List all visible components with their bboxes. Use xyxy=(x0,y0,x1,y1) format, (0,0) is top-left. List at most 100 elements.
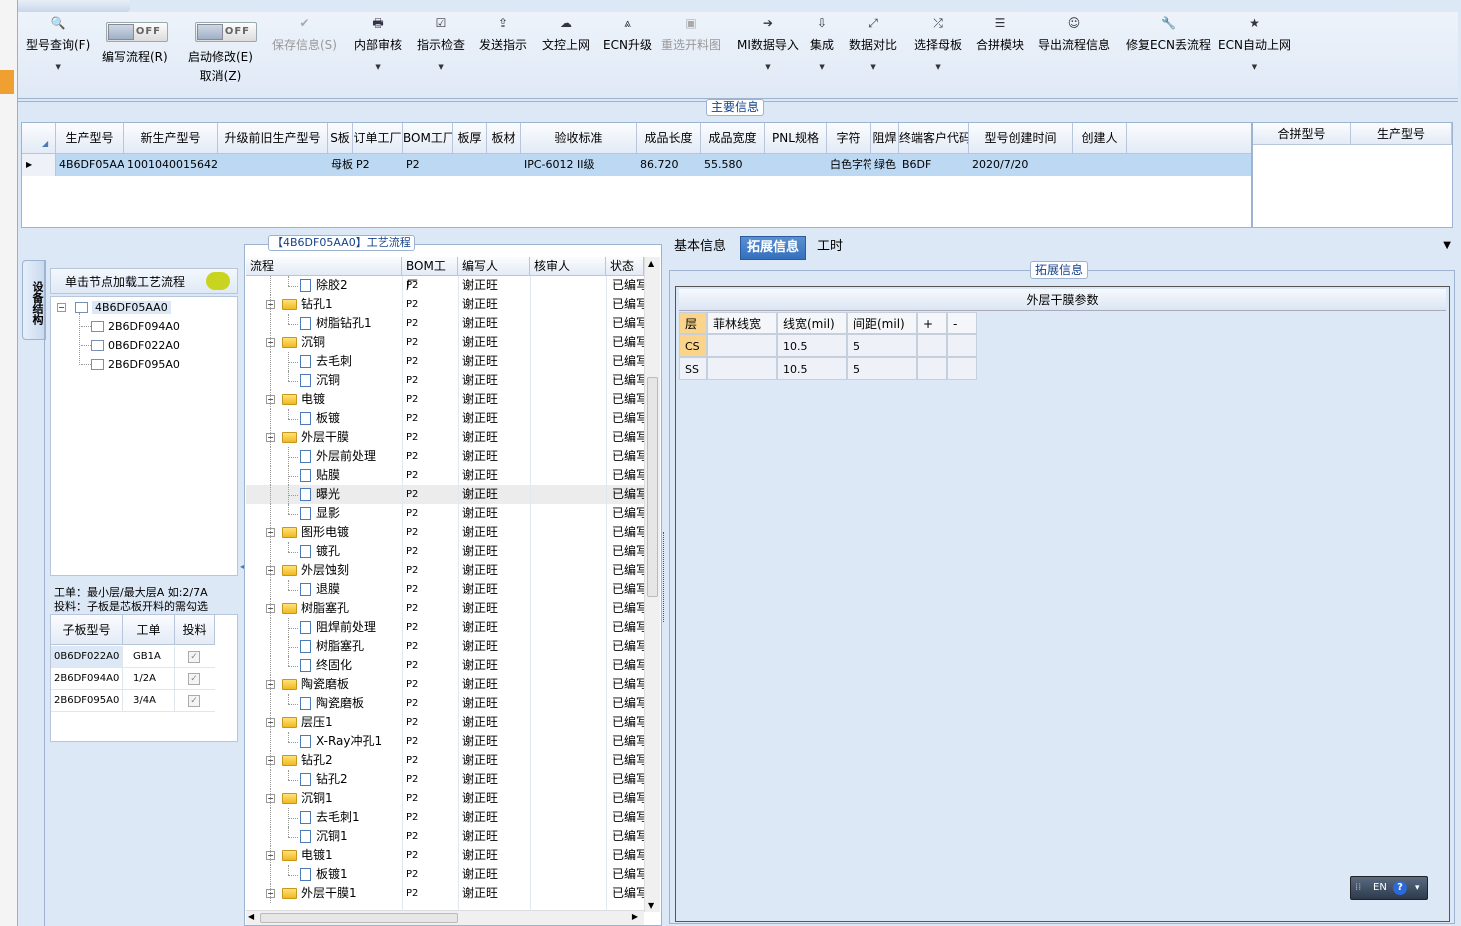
toolbar-item-14[interactable]: ☰ 合拼模块 xyxy=(976,14,1024,53)
toolbar-item-5[interactable]: ☑ 指示检查 ▼ xyxy=(417,14,465,71)
main-col-header[interactable]: 型号创建时间 xyxy=(969,123,1073,154)
flow-row[interactable]: − 陶瓷磨板 P2 谢正旺 已编写 xyxy=(246,675,644,694)
flow-node[interactable]: 外层干膜 xyxy=(282,428,349,447)
sub-board-model[interactable]: 2B6DF095A0 xyxy=(51,690,123,712)
flow-row[interactable]: 终固化 P2 谢正旺 已编写 xyxy=(246,656,644,675)
merge-col-header[interactable]: 合拼型号 xyxy=(1253,123,1351,145)
feed-checkbox-icon[interactable]: ✓ xyxy=(188,673,200,685)
sub-board-model[interactable]: 0B6DF022A0 xyxy=(51,646,123,668)
flow-node[interactable]: 沉铜1 xyxy=(282,789,333,808)
main-cell[interactable]: IPC-6012 II级 xyxy=(521,154,637,176)
flow-col-header[interactable]: 流程 xyxy=(246,257,402,276)
feed-checkbox-icon[interactable]: ✓ xyxy=(188,651,200,663)
dropdown-arrow-icon[interactable]: ▼ xyxy=(26,63,90,71)
toolbar-item-6[interactable]: ⇪ 发送指示 xyxy=(479,14,527,53)
flow-row[interactable]: 去毛刺 P2 谢正旺 已编写 xyxy=(246,352,644,371)
dropdown-arrow-icon[interactable]: ▼ xyxy=(1218,63,1291,71)
dropdown-arrow-icon[interactable]: ▼ xyxy=(914,63,962,71)
ext-cell[interactable] xyxy=(917,334,947,357)
flow-node[interactable]: 电镀1 xyxy=(282,846,333,865)
flow-row[interactable]: 钻孔2 P2 谢正旺 已编写 xyxy=(246,770,644,789)
flow-node[interactable]: 镀孔 xyxy=(300,542,340,561)
collapse-icon[interactable]: − xyxy=(57,303,66,312)
main-col-header[interactable]: S板 xyxy=(328,123,353,154)
flow-node[interactable]: 电镀 xyxy=(282,390,325,409)
sub-col-header[interactable]: 投料 xyxy=(175,615,215,645)
main-col-header[interactable]: 字符 xyxy=(827,123,871,154)
main-cell[interactable] xyxy=(765,154,827,176)
main-cell[interactable]: B6DF xyxy=(899,154,969,176)
main-cell[interactable]: 绿色 xyxy=(871,154,899,176)
ime-lang[interactable]: EN xyxy=(1373,877,1387,899)
flow-row[interactable]: − 外层干膜 P2 谢正旺 已编写 xyxy=(246,428,644,447)
toolbar-item-16[interactable]: 🔧 修复ECN丢流程 xyxy=(1126,14,1211,53)
ext-col-header[interactable]: 菲林线宽 xyxy=(707,312,777,334)
flow-vscroll[interactable]: ▲ ▼ xyxy=(644,257,660,912)
flow-row[interactable]: 贴膜 P2 谢正旺 已编写 xyxy=(246,466,644,485)
merge-col-header[interactable]: 生产型号 xyxy=(1351,123,1452,145)
flow-node[interactable]: X-Ray冲孔1 xyxy=(300,732,382,751)
ext-cell[interactable]: 10.5 xyxy=(777,357,847,380)
main-col-header[interactable]: 成品长度 xyxy=(637,123,701,154)
flow-row[interactable]: − 钻孔2 P2 谢正旺 已编写 xyxy=(246,751,644,770)
tab-menu-icon[interactable]: ▼ xyxy=(1443,240,1451,251)
flow-row[interactable]: 除胶2 P2 谢正旺 已编写 xyxy=(246,276,644,295)
dropdown-arrow-icon[interactable]: ▼ xyxy=(354,63,402,71)
flow-node[interactable]: 外层前处理 xyxy=(300,447,376,466)
flow-node[interactable]: 树脂塞孔 xyxy=(282,599,349,618)
ext-col-header[interactable]: 层 xyxy=(679,312,707,334)
tree-checkbox-icon[interactable] xyxy=(75,302,88,313)
ext-cell[interactable] xyxy=(707,357,777,380)
ext-cell[interactable] xyxy=(917,357,947,380)
main-col-header[interactable]: 创建人 xyxy=(1073,123,1127,154)
dropdown-arrow-icon[interactable]: ▼ xyxy=(417,63,465,71)
main-cell[interactable]: 4B6DF05AA0 xyxy=(56,154,124,176)
flow-row[interactable]: 沉铜1 P2 谢正旺 已编写 xyxy=(246,827,644,846)
tree-child-node[interactable]: 2B6DF094A0 xyxy=(81,317,180,336)
help-icon[interactable]: ? xyxy=(1393,881,1407,895)
flow-col-header[interactable]: 状态 xyxy=(606,257,644,276)
ext-cell[interactable]: 5 xyxy=(847,334,917,357)
ime-menu-icon[interactable]: ▾ xyxy=(1415,877,1420,899)
flow-node[interactable]: 终固化 xyxy=(300,656,352,675)
main-col-header[interactable]: 新生产型号 xyxy=(124,123,218,154)
flow-node[interactable]: 去毛刺1 xyxy=(300,808,360,827)
ext-cell[interactable]: CS xyxy=(679,334,707,357)
ext-col-header[interactable]: - xyxy=(947,312,977,334)
toolbar-item-1[interactable]: 编写流程(R) xyxy=(102,48,168,65)
toolbar-item-9[interactable]: ▣ 重选开料图 xyxy=(661,14,721,53)
ext-cell[interactable] xyxy=(947,334,977,357)
flow-node[interactable]: 板镀 xyxy=(300,409,340,428)
flow-row[interactable]: 树脂钻孔1 P2 谢正旺 已编写 xyxy=(246,314,644,333)
tree-checkbox-icon[interactable] xyxy=(91,359,104,370)
dropdown-arrow-icon[interactable]: ▼ xyxy=(810,63,834,71)
ext-col-header[interactable]: 线宽(mil) xyxy=(777,312,847,334)
toolbar-item-15[interactable]: ☺ 导出流程信息 xyxy=(1038,14,1110,53)
sub-board-order[interactable]: 1/2A xyxy=(123,668,175,690)
flow-row[interactable]: X-Ray冲孔1 P2 谢正旺 已编写 xyxy=(246,732,644,751)
flow-node[interactable]: 板镀1 xyxy=(300,865,348,884)
flow-row[interactable]: 阻焊前处理 P2 谢正旺 已编写 xyxy=(246,618,644,637)
sub-col-header[interactable]: 子板型号 xyxy=(51,615,123,645)
flow-node[interactable]: 曝光 xyxy=(300,485,340,504)
flow-node[interactable]: 阻焊前处理 xyxy=(300,618,376,637)
sub-col-header[interactable]: 工单 xyxy=(123,615,175,645)
flow-col-header[interactable]: BOM工厂 xyxy=(402,257,458,292)
main-cell[interactable] xyxy=(453,154,487,176)
toggle-switch-2[interactable]: OFF xyxy=(195,22,257,42)
toolbar-item-4[interactable]: 🖶 内部审核 ▼ xyxy=(354,14,402,71)
flow-row[interactable]: 板镀1 P2 谢正旺 已编写 xyxy=(246,865,644,884)
splitter-grip[interactable] xyxy=(663,532,665,622)
sub-board-model[interactable]: 2B6DF094A0 xyxy=(51,668,123,690)
flow-node[interactable]: 显影 xyxy=(300,504,340,523)
toolbar-item-13[interactable]: ⤮ 选择母板 ▼ xyxy=(914,14,962,71)
flow-row[interactable]: 去毛刺1 P2 谢正旺 已编写 xyxy=(246,808,644,827)
main-cell[interactable]: 白色字符 xyxy=(827,154,871,176)
flow-node[interactable]: 外层干膜1 xyxy=(282,884,357,903)
flow-node[interactable]: 钻孔2 xyxy=(282,751,333,770)
toolbar-item-3[interactable]: ✔ 保存信息(S) xyxy=(272,14,337,53)
ext-cell[interactable]: 5 xyxy=(847,357,917,380)
flow-row[interactable]: 曝光 P2 谢正旺 已编写 xyxy=(246,485,644,504)
flow-node[interactable]: 沉铜 xyxy=(282,333,325,352)
sub-board-order[interactable]: 3/4A xyxy=(123,690,175,712)
